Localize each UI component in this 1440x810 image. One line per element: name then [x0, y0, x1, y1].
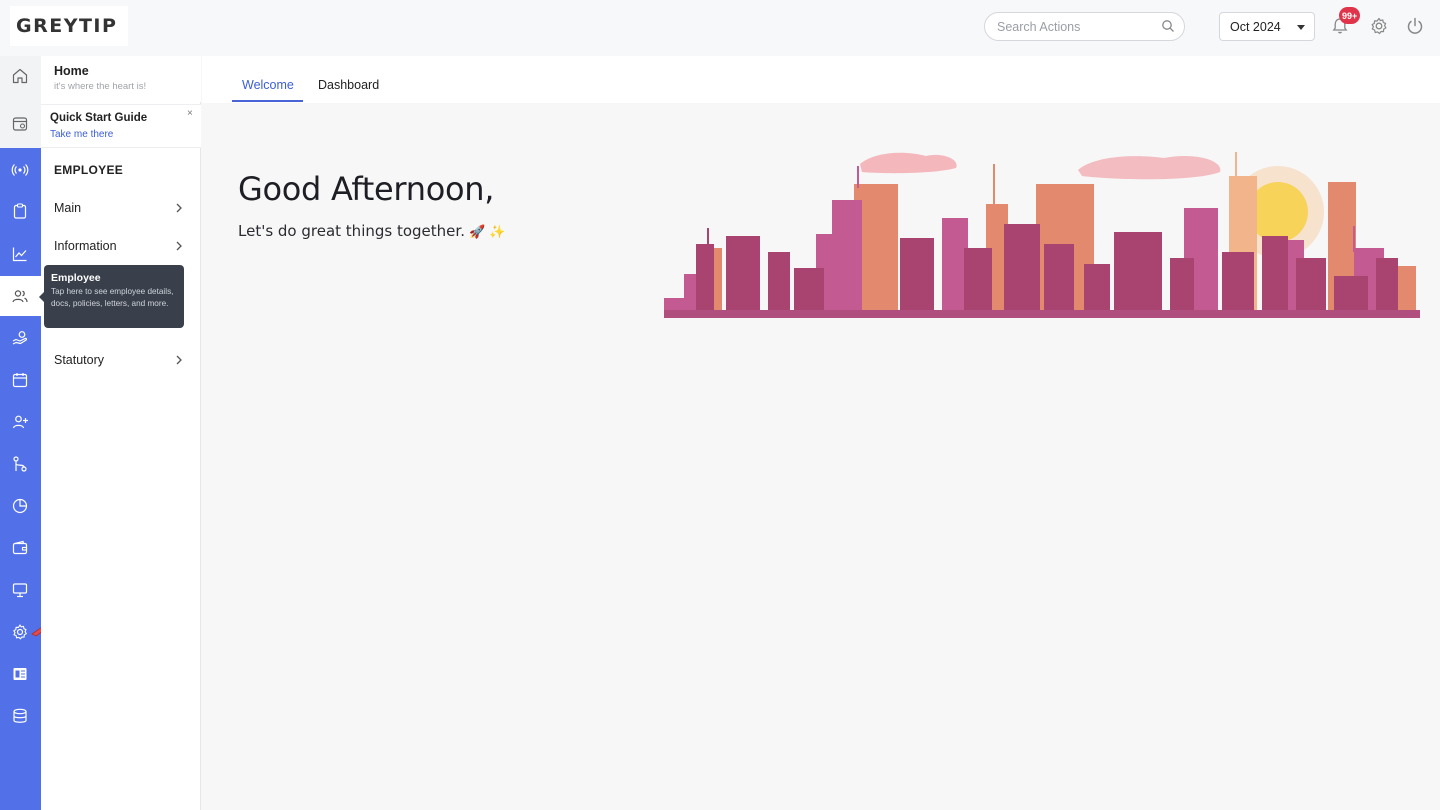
tooltip-text: Tap here to see employee details, docs, …: [51, 287, 174, 308]
active-tab-indicator: [232, 100, 303, 102]
tagline: Let's do great things together. 🚀 ✨: [238, 222, 505, 240]
tagline-text: Let's do great things together.: [238, 222, 465, 240]
pie-chart-icon[interactable]: [8, 494, 32, 518]
workflow-icon[interactable]: [8, 452, 32, 476]
guide-title: Quick Start Guide: [50, 112, 148, 124]
menu-item-statutory[interactable]: Statutory: [54, 349, 189, 371]
home-subtitle: it's where the heart is!: [54, 81, 147, 92]
period-select[interactable]: Oct 2024: [1219, 12, 1315, 41]
section-title: EMPLOYEE: [54, 163, 124, 177]
search-icon[interactable]: [1161, 19, 1175, 38]
greeting-heading: Good Afternoon,: [238, 170, 495, 208]
monitor-icon[interactable]: [8, 578, 32, 602]
employee-icon[interactable]: [8, 284, 32, 308]
city-skyline-illustration: [664, 152, 1420, 318]
payroll-icon[interactable]: [8, 326, 32, 350]
logo-text: GREYTIP: [16, 15, 118, 37]
close-icon[interactable]: ×: [187, 108, 193, 119]
tab-dashboard[interactable]: Dashboard: [318, 78, 379, 92]
home-icon[interactable]: [8, 64, 32, 88]
menu-item-label: Information: [54, 239, 117, 253]
tab-welcome[interactable]: Welcome: [242, 78, 294, 92]
greytip-logo[interactable]: GREYTIP: [10, 6, 128, 46]
menu-item-label: Statutory: [54, 353, 105, 367]
period-value: Oct 2024: [1230, 19, 1281, 34]
wallet-icon[interactable]: [8, 536, 32, 560]
gear-icon[interactable]: [1368, 15, 1390, 37]
notification-badge: 99+: [1339, 7, 1361, 24]
quick-start-guide[interactable]: Quick Start Guide Take me there ×: [41, 104, 201, 148]
employee-tooltip: Employee Tap here to see employee detail…: [39, 265, 184, 328]
broadcast-icon[interactable]: [8, 158, 32, 182]
calendar-icon[interactable]: [8, 368, 32, 392]
database-icon[interactable]: [8, 704, 32, 728]
settings-icon[interactable]: [8, 620, 32, 644]
home-link[interactable]: Home it's where the heart is!: [41, 56, 201, 102]
tooltip-title: Employee: [51, 272, 101, 284]
search-box[interactable]: [984, 12, 1185, 41]
chevron-right-icon: [175, 202, 183, 217]
clipboard-icon[interactable]: [8, 199, 32, 223]
chart-icon[interactable]: [8, 242, 32, 266]
menu-item-label: Main: [54, 201, 82, 215]
chevron-down-icon: [1297, 25, 1305, 30]
guide-icon[interactable]: [8, 112, 32, 136]
chevron-right-icon: [175, 240, 183, 255]
menu-item-main[interactable]: Main: [54, 197, 189, 219]
search-input[interactable]: [997, 19, 1157, 34]
rocket-sparkle-emoji: 🚀 ✨: [468, 225, 506, 240]
add-user-icon[interactable]: [8, 410, 32, 434]
power-icon[interactable]: [1404, 15, 1426, 37]
top-bar: GREYTIP Oct 2024 99+: [0, 0, 1440, 56]
document-icon[interactable]: [8, 662, 32, 686]
guide-link[interactable]: Take me there: [50, 129, 113, 140]
tab-bar: Welcome Dashboard: [202, 56, 1440, 103]
home-title: Home: [54, 64, 89, 78]
chevron-right-icon: [175, 354, 183, 369]
menu-item-information[interactable]: Information: [54, 235, 189, 257]
